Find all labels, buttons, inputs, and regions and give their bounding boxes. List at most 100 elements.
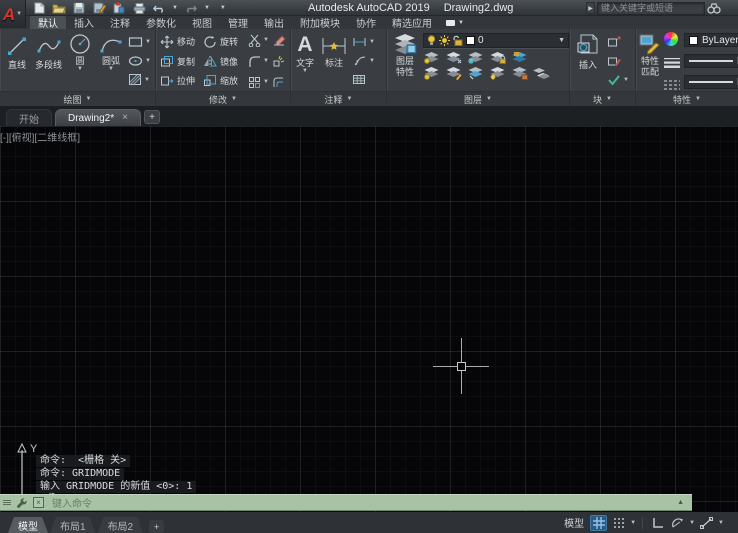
line-tool[interactable]: 直线	[2, 31, 32, 91]
layer-dropdown-arrow-icon[interactable]: ▼	[558, 37, 565, 44]
drawing-canvas[interactable]: [-][俯视][二维线框] Y 命令: <栅格 关> 命令: GRIDMODE …	[0, 126, 738, 512]
layer-unlock-tool-icon[interactable]	[511, 67, 528, 80]
snap-dropdown-icon[interactable]: ▼	[630, 520, 636, 526]
dimension-tool[interactable]: 标注	[317, 31, 351, 91]
lineweight-icon[interactable]	[664, 58, 680, 68]
arc-flyout-icon[interactable]: ▼	[108, 66, 114, 72]
save-icon[interactable]	[72, 2, 86, 14]
batch-plot-icon[interactable]	[112, 2, 126, 14]
text-flyout-icon[interactable]: ▼	[302, 68, 308, 74]
undo-icon[interactable]	[152, 2, 166, 14]
panel-modify-footer[interactable]: 修改 ▼	[156, 91, 290, 106]
scale-tool[interactable]: 缩放	[203, 71, 244, 90]
circle-flyout-icon[interactable]: ▼	[77, 66, 83, 72]
command-line-bar[interactable]: × 键入命令 ▲	[0, 494, 692, 511]
object-color-dropdown[interactable]: ByLayer	[684, 33, 738, 47]
copy-tool[interactable]: 复制	[160, 52, 199, 71]
erase-tool[interactable]	[272, 32, 286, 48]
lineweight-dropdown[interactable]: ByLayer	[684, 54, 738, 68]
insert-block-button[interactable]: 插入	[572, 31, 604, 91]
ribbon-tab-collaborate[interactable]: 协作	[348, 16, 384, 30]
edit-block-tool[interactable]	[607, 53, 629, 69]
mirror-tool[interactable]: 镜像	[203, 52, 244, 71]
define-attributes-tool[interactable]: ▼	[607, 72, 629, 88]
file-tab-start[interactable]: 开始	[6, 109, 52, 126]
move-tool[interactable]: 移动	[160, 32, 199, 51]
ellipse-tool[interactable]: ▼	[128, 53, 151, 69]
object-snap-toggle[interactable]	[698, 515, 715, 531]
file-tab-close-icon[interactable]: ×	[122, 113, 128, 123]
layer-walk-icon[interactable]	[467, 67, 484, 80]
file-tab-drawing2[interactable]: Drawing2* ×	[55, 109, 141, 126]
grid-toggle[interactable]	[590, 514, 608, 531]
ribbon-tab-addins[interactable]: 附加模块	[292, 16, 348, 30]
ribbon-tab-manage[interactable]: 管理	[220, 16, 256, 30]
model-space-toggle[interactable]: 模型	[564, 515, 584, 530]
ribbon-tab-featured-apps[interactable]: 精选应用	[384, 16, 440, 30]
create-block-tool[interactable]	[607, 34, 629, 50]
command-customize-icon[interactable]	[15, 496, 29, 509]
qat-customize-icon[interactable]: ▼	[220, 5, 226, 11]
text-tool[interactable]: A 文字 ▼	[293, 31, 317, 91]
search-binoculars-icon[interactable]	[707, 2, 721, 14]
application-menu-button[interactable]: A ▼	[0, 0, 26, 28]
command-history-expand-icon[interactable]: ▲	[677, 499, 684, 506]
offset-tool[interactable]	[272, 74, 286, 90]
open-folder-icon[interactable]	[52, 2, 66, 14]
layout-tab-layout1[interactable]: 布局1	[50, 517, 96, 533]
arc-tool[interactable]: 圆弧 ▼	[95, 31, 127, 91]
new-layout-button[interactable]: +	[149, 520, 165, 533]
fillet-tool[interactable]: ▼	[248, 53, 269, 69]
save-as-icon[interactable]	[92, 2, 106, 14]
ribbon-tab-output[interactable]: 输出	[256, 16, 292, 30]
ribbon-tab-annotate[interactable]: 注释	[102, 16, 138, 30]
command-input[interactable]: 键入命令	[52, 495, 677, 510]
table-tool[interactable]	[352, 72, 375, 88]
circle-tool[interactable]: 圆 ▼	[65, 31, 95, 91]
layout-tab-model[interactable]: 模型	[8, 517, 48, 533]
rectangle-tool[interactable]: ▼	[128, 34, 151, 50]
linetype-dropdown[interactable]: ByLayer	[684, 75, 738, 89]
layer-match-icon[interactable]	[445, 67, 462, 80]
search-input[interactable]	[597, 1, 705, 15]
layout-tab-layout2[interactable]: 布局2	[98, 517, 144, 533]
match-properties-button[interactable]: 特性 匹配	[638, 31, 662, 91]
rotate-tool[interactable]: 旋转	[203, 32, 244, 51]
new-file-icon[interactable]	[32, 2, 46, 14]
layer-properties-button[interactable]: 图层 特性	[389, 31, 421, 91]
command-bar-grip[interactable]	[3, 500, 11, 505]
hatch-tool[interactable]: ▼	[128, 72, 151, 88]
redo-dropdown-icon[interactable]: ▼	[204, 5, 210, 11]
ribbon-minimize-button[interactable]: ▼	[446, 16, 464, 29]
ribbon-tab-view[interactable]: 视图	[184, 16, 220, 30]
plot-icon[interactable]	[132, 2, 146, 14]
layer-lock-icon[interactable]	[489, 51, 506, 64]
ribbon-tab-parametric[interactable]: 参数化	[138, 16, 184, 30]
panel-block-footer[interactable]: 块 ▼	[570, 91, 635, 106]
panel-properties-footer[interactable]: 特性 ▼	[636, 91, 738, 106]
polar-tracking-toggle[interactable]	[669, 515, 686, 531]
layer-on-icon[interactable]	[423, 67, 440, 80]
layer-dropdown[interactable]: 0 ▼	[423, 33, 569, 48]
search-flyout-icon[interactable]: ▶	[586, 2, 595, 14]
trim-tool[interactable]: ▼	[248, 32, 269, 48]
layer-thaw-icon[interactable]	[489, 67, 506, 80]
ortho-toggle[interactable]	[649, 515, 666, 531]
layer-off-icon[interactable]	[423, 51, 440, 64]
polyline-tool[interactable]: 多段线	[32, 31, 65, 91]
panel-annotate-footer[interactable]: 注释 ▼	[291, 91, 386, 106]
panel-layers-footer[interactable]: 图层 ▼	[387, 91, 569, 106]
array-tool[interactable]: ▼	[248, 74, 269, 90]
layer-merge-icon[interactable]	[533, 67, 550, 80]
layer-isolate-icon[interactable]	[445, 51, 462, 64]
stretch-tool[interactable]: 拉伸	[160, 71, 199, 90]
layer-state-icon[interactable]	[511, 51, 528, 64]
layer-freeze-icon[interactable]	[467, 51, 484, 64]
object-snap-dropdown-icon[interactable]: ▼	[718, 520, 724, 526]
new-drawing-tab-button[interactable]: +	[143, 110, 160, 124]
ribbon-tab-home[interactable]: 默认	[30, 16, 66, 30]
linetype-icon[interactable]	[664, 80, 680, 90]
polar-dropdown-icon[interactable]: ▼	[689, 520, 695, 526]
snap-toggle[interactable]	[610, 515, 627, 531]
viewport-controls[interactable]: [-][俯视][二维线框]	[0, 129, 80, 144]
